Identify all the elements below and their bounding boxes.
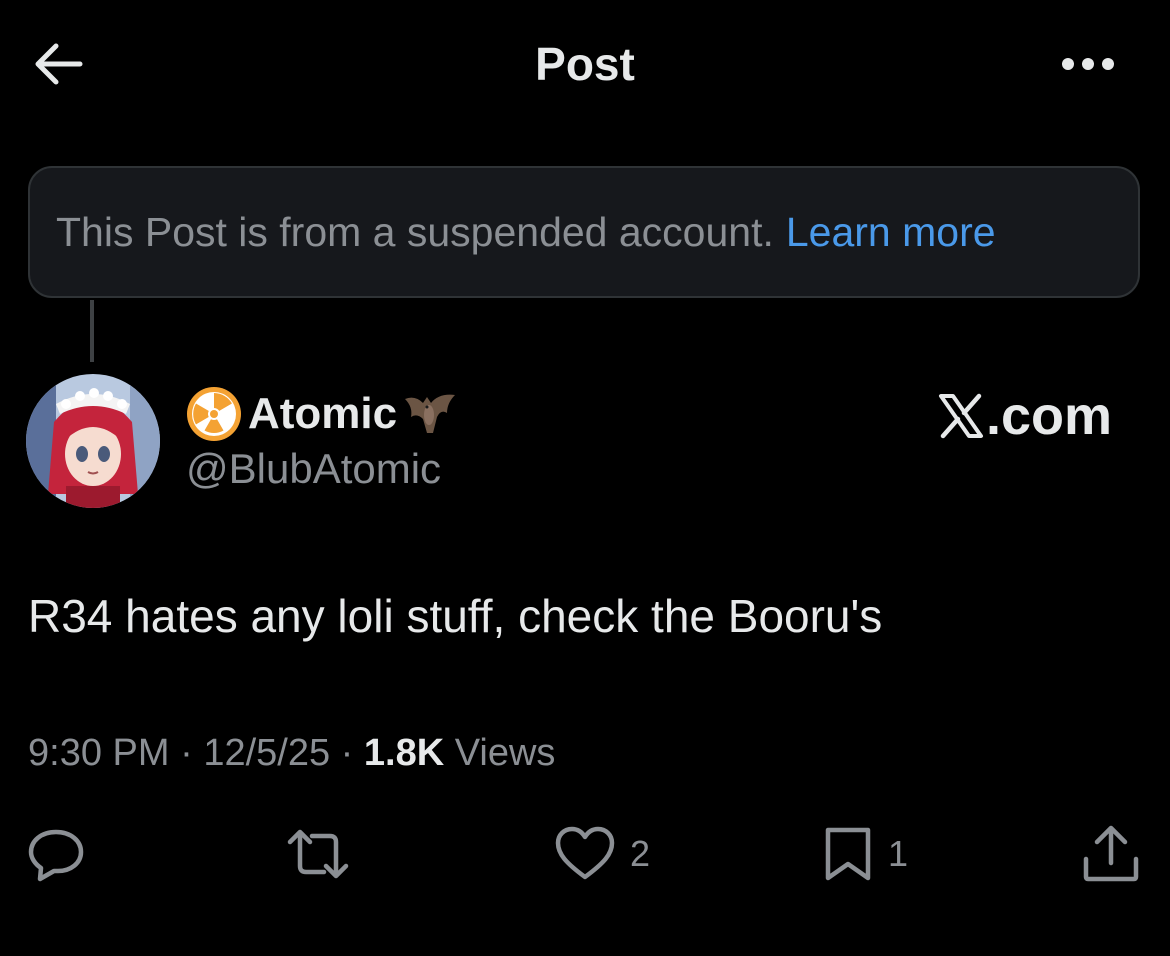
x-logo-icon	[938, 393, 983, 439]
author-display-name[interactable]: Atomic	[248, 389, 397, 439]
like-button[interactable]: 2	[554, 822, 650, 886]
post-text: R34 hates any loli stuff, check the Boor…	[28, 590, 883, 642]
like-count: 2	[630, 833, 651, 874]
learn-more-link[interactable]: Learn more	[786, 209, 996, 256]
post-meta: 9:30 PM · 12/5/25 · 1.8K Views	[28, 726, 555, 780]
heart-icon	[555, 826, 615, 880]
reply-button[interactable]	[26, 822, 86, 886]
brand-label: .com	[985, 386, 1112, 446]
meta-separator: ·	[340, 732, 354, 774]
bookmark-button[interactable]: 1	[822, 822, 908, 886]
avatar-image	[26, 374, 160, 508]
share-button[interactable]	[1080, 822, 1142, 886]
meta-separator: ·	[180, 732, 193, 774]
brand-watermark: .com	[900, 386, 1112, 446]
radioactive-icon	[187, 387, 241, 441]
more-options-button[interactable]	[1048, 36, 1128, 92]
thread-connector-line	[90, 300, 94, 362]
back-button[interactable]	[26, 32, 90, 96]
page-title: Post	[535, 38, 635, 90]
post-date[interactable]: 12/5/25	[203, 732, 330, 774]
bat-icon	[405, 394, 456, 433]
arrow-left-icon	[35, 43, 83, 85]
repost-button[interactable]	[282, 822, 354, 886]
views-label: Views	[454, 732, 556, 774]
notice-text: This Post is from a suspended account.	[56, 208, 774, 255]
author-name-row: Atomic	[186, 384, 459, 444]
bookmark-count: 1	[888, 833, 909, 874]
post-time[interactable]: 9:30 PM	[28, 732, 170, 774]
bookmark-icon	[825, 827, 871, 881]
avatar[interactable]	[26, 374, 160, 508]
views-count: 1.8K	[363, 732, 445, 774]
reply-icon	[28, 829, 84, 882]
repost-icon	[287, 829, 349, 879]
author-handle[interactable]: @BlubAtomic	[186, 444, 441, 494]
share-icon	[1083, 825, 1139, 882]
ellipsis-icon	[1062, 58, 1114, 70]
suspended-account-notice: This Post is from a suspended account. L…	[28, 166, 1140, 298]
